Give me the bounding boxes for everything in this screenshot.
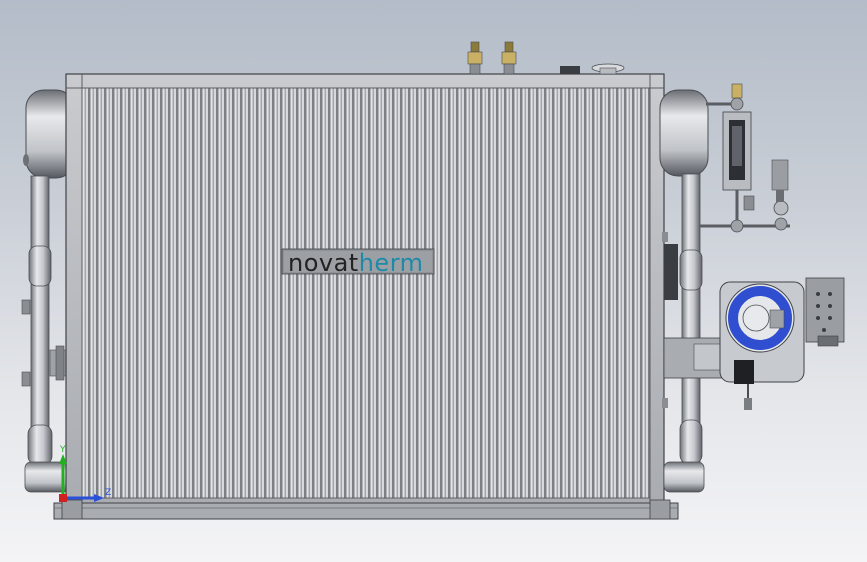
water-level-column bbox=[700, 83, 790, 233]
right-header-cylinder bbox=[659, 89, 709, 177]
manhole-cover bbox=[591, 63, 625, 75]
burner-motor bbox=[734, 360, 754, 384]
top-fittings bbox=[467, 41, 625, 75]
triad-z-label: Z bbox=[105, 488, 111, 498]
boiler-body bbox=[53, 73, 679, 520]
right-header-assembly bbox=[659, 89, 709, 493]
top-nozzle bbox=[560, 66, 580, 74]
left-riser-pipe bbox=[30, 175, 50, 467]
brand-logo-plate: novatherm bbox=[281, 248, 435, 277]
triad-y-label: Y bbox=[59, 445, 66, 455]
safety-valve-right bbox=[501, 41, 517, 75]
burner-control-panel bbox=[805, 277, 845, 343]
base-skid bbox=[53, 502, 679, 520]
right-bottom-collector bbox=[663, 461, 705, 493]
safety-valve-left bbox=[467, 41, 483, 75]
brand-logo: novatherm bbox=[288, 249, 424, 277]
brand-logo-part2: herm bbox=[359, 249, 424, 277]
brand-logo-part1: novat bbox=[288, 249, 359, 277]
boiler-cad-view: novatherm Y Z bbox=[21, 41, 845, 520]
finned-panel bbox=[81, 87, 651, 499]
